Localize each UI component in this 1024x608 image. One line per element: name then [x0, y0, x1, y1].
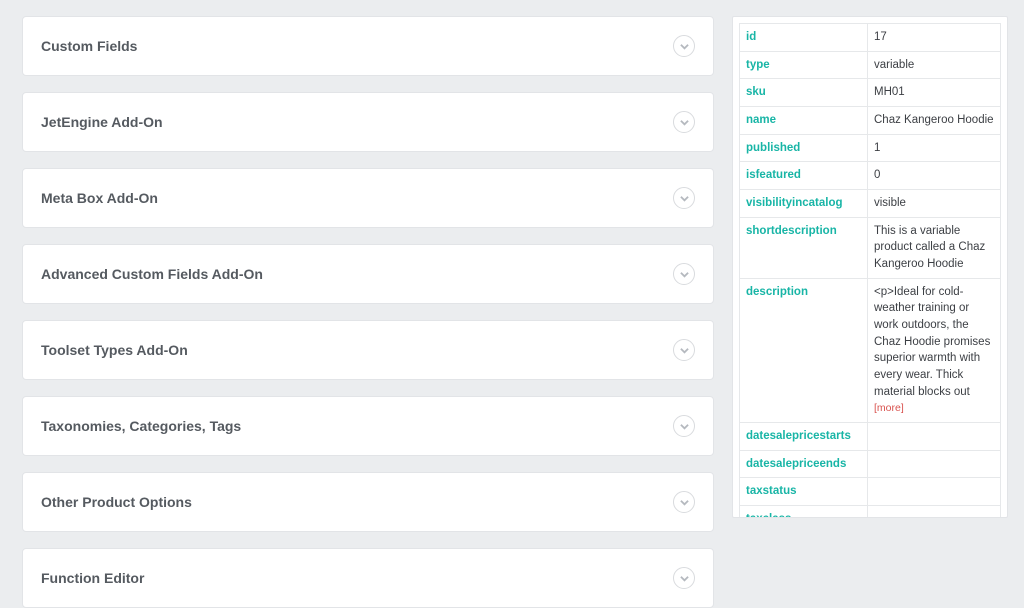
table-row: nameChaz Kangeroo Hoodie — [740, 107, 1001, 135]
table-row: datesalepriceends — [740, 450, 1001, 478]
table-row: published1 — [740, 134, 1001, 162]
chevron-down-icon — [673, 415, 695, 437]
table-row: datesalepricestarts — [740, 423, 1001, 451]
preview-value — [868, 423, 1001, 451]
preview-value — [868, 450, 1001, 478]
preview-key: published — [740, 134, 868, 162]
preview-value: 17 — [868, 24, 1001, 52]
preview-value — [868, 506, 1001, 518]
preview-key: datesalepricestarts — [740, 423, 868, 451]
panel-title: JetEngine Add-On — [41, 114, 163, 130]
chevron-down-icon — [673, 263, 695, 285]
preview-key: datesalepriceends — [740, 450, 868, 478]
preview-value — [868, 478, 1001, 506]
more-link[interactable]: [more] — [874, 402, 904, 414]
accordion-list: Custom Fields JetEngine Add-On Meta Box … — [22, 16, 714, 560]
preview-key: taxclass — [740, 506, 868, 518]
table-row: taxclass — [740, 506, 1001, 518]
panel-title: Function Editor — [41, 570, 144, 586]
panel-custom-fields[interactable]: Custom Fields — [22, 16, 714, 76]
preview-value: variable — [868, 51, 1001, 79]
table-row: visibilityincatalogvisible — [740, 190, 1001, 218]
table-row: skuMH01 — [740, 79, 1001, 107]
table-row: taxstatus — [740, 478, 1001, 506]
panel-other-product-options[interactable]: Other Product Options — [22, 472, 714, 532]
table-row: id17 — [740, 24, 1001, 52]
table-row: shortdescriptionThis is a variable produ… — [740, 217, 1001, 278]
table-row: isfeatured0 — [740, 162, 1001, 190]
table-row: typevariable — [740, 51, 1001, 79]
preview-key: visibilityincatalog — [740, 190, 868, 218]
chevron-down-icon — [673, 111, 695, 133]
chevron-down-icon — [673, 491, 695, 513]
preview-value: This is a variable product called a Chaz… — [868, 217, 1001, 278]
preview-value: 0 — [868, 162, 1001, 190]
preview-value: 1 — [868, 134, 1001, 162]
panel-jetengine-addon[interactable]: JetEngine Add-On — [22, 92, 714, 152]
preview-key: name — [740, 107, 868, 135]
preview-panel: id17typevariableskuMH01nameChaz Kangeroo… — [732, 16, 1008, 518]
preview-key: shortdescription — [740, 217, 868, 278]
panel-toolset-types-addon[interactable]: Toolset Types Add-On — [22, 320, 714, 380]
preview-key: id — [740, 24, 868, 52]
panel-title: Advanced Custom Fields Add-On — [41, 266, 263, 282]
panel-title: Toolset Types Add-On — [41, 342, 188, 358]
preview-value: visible — [868, 190, 1001, 218]
preview-value: Chaz Kangeroo Hoodie — [868, 107, 1001, 135]
chevron-down-icon — [673, 339, 695, 361]
preview-key: description — [740, 278, 868, 422]
preview-key: type — [740, 51, 868, 79]
preview-key: isfeatured — [740, 162, 868, 190]
panel-title: Custom Fields — [41, 38, 137, 54]
preview-value: <p>Ideal for cold-weather training or wo… — [868, 278, 1001, 422]
preview-key: taxstatus — [740, 478, 868, 506]
preview-value: MH01 — [868, 79, 1001, 107]
panel-acf-addon[interactable]: Advanced Custom Fields Add-On — [22, 244, 714, 304]
preview-table: id17typevariableskuMH01nameChaz Kangeroo… — [739, 23, 1001, 518]
panel-title: Meta Box Add-On — [41, 190, 158, 206]
panel-title: Taxonomies, Categories, Tags — [41, 418, 241, 434]
chevron-down-icon — [673, 187, 695, 209]
chevron-down-icon — [673, 35, 695, 57]
panel-taxonomies[interactable]: Taxonomies, Categories, Tags — [22, 396, 714, 456]
table-row: description<p>Ideal for cold-weather tra… — [740, 278, 1001, 422]
panel-title: Other Product Options — [41, 494, 192, 510]
chevron-down-icon — [673, 567, 695, 589]
preview-key: sku — [740, 79, 868, 107]
panel-function-editor[interactable]: Function Editor — [22, 548, 714, 608]
panel-meta-box-addon[interactable]: Meta Box Add-On — [22, 168, 714, 228]
